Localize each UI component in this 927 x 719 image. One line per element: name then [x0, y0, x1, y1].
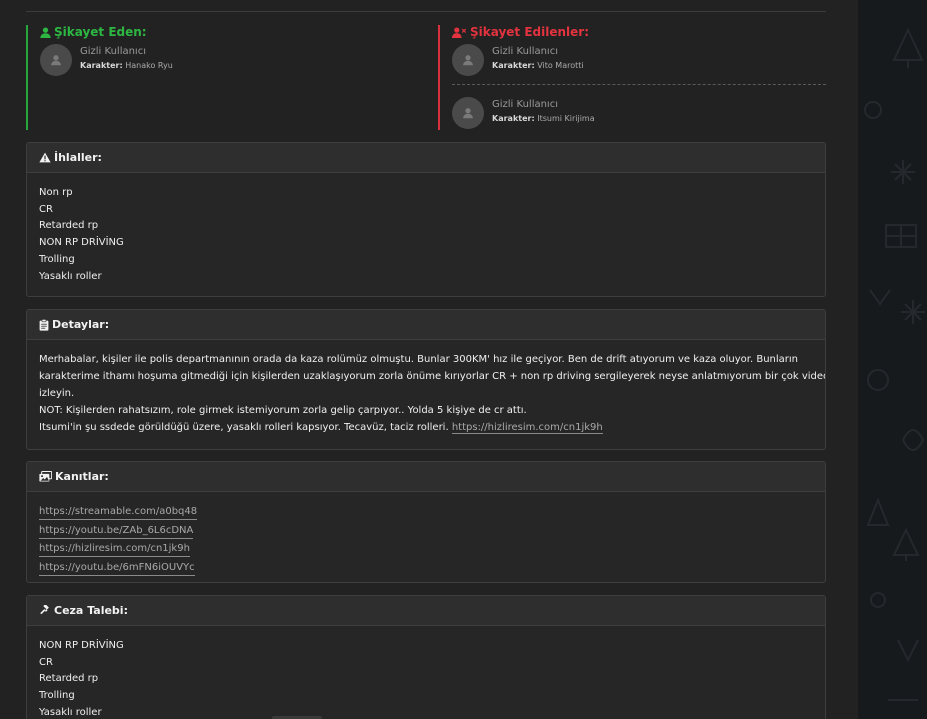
complainant-title: Şikayet Eden: — [40, 25, 147, 39]
evidence-link[interactable]: https://youtu.be/ZAb_6L6cDNA — [39, 524, 194, 539]
character-value: Hanako Ryu — [125, 61, 173, 70]
evidence-body: https://streamable.com/a0bq48 https://yo… — [27, 492, 825, 582]
character-label: Karakter: — [492, 61, 535, 70]
violation-item: Trolling — [39, 253, 75, 265]
details-panel: Detaylar: Merhabalar, kişiler ile polis … — [26, 309, 826, 450]
details-line: NOT: Kişilerden rahatsızım, role girmek … — [39, 405, 527, 416]
accused-user[interactable]: Gizli Kullanıcı Karakter: Itsumi Kirijim… — [452, 97, 822, 131]
avatar[interactable] — [452, 44, 484, 76]
violation-item: CR — [39, 203, 53, 215]
penalty-body: NON RP DRİVİNG CR Retarded rp Trolling Y… — [27, 626, 825, 719]
character-label: Karakter: — [492, 114, 535, 123]
evidence-link[interactable]: https://streamable.com/a0bq48 — [39, 505, 198, 520]
avatar-placeholder-icon — [51, 55, 61, 66]
details-header: Detaylar: — [27, 310, 825, 340]
images-icon — [39, 471, 52, 482]
clipboard-icon — [39, 318, 49, 331]
user-name[interactable]: Gizli Kullanıcı — [80, 46, 146, 57]
penalty-panel: Ceza Talebi: NON RP DRİVİNG CR Retarded … — [26, 595, 826, 719]
complainant-user[interactable]: Gizli Kullanıcı Karakter: Hanako Ryu — [40, 44, 410, 78]
avatar-placeholder-icon — [463, 55, 473, 66]
violations-header: İhlaller: — [27, 143, 825, 173]
details-line: karakterime ithamı hoşuma gitmediği için… — [39, 371, 826, 382]
violation-item: Retarded rp — [39, 220, 99, 232]
violation-item: Yasaklı roller — [39, 270, 102, 282]
christmas-pattern-icon — [864, 27, 925, 701]
accused-user[interactable]: Gizli Kullanıcı Karakter: Vito Marotti — [452, 44, 822, 78]
character-label: Karakter: — [80, 61, 123, 70]
penalty-item: Trolling — [39, 690, 75, 702]
accused-title: Şikayet Edilenler: — [452, 25, 589, 39]
details-title: Detaylar: — [52, 318, 110, 331]
user-character: Karakter: Itsumi Kirijima — [492, 114, 595, 123]
user-character: Karakter: Vito Marotti — [492, 61, 584, 70]
user-name[interactable]: Gizli Kullanıcı — [492, 99, 558, 110]
penalty-title: Ceza Talebi: — [54, 604, 128, 617]
report-page: Şikayet Eden: Gizli Kullanıcı Karakter: … — [0, 0, 858, 719]
penalty-item: NON RP DRİVİNG — [39, 640, 124, 651]
evidence-title: Kanıtlar: — [55, 470, 109, 483]
details-line: Itsumi'in şu ssdede görüldüğü üzere, yas… — [39, 419, 813, 436]
gavel-icon — [39, 605, 51, 616]
decorative-background — [858, 0, 927, 719]
details-last-text: Itsumi'in şu ssdede görüldüğü üzere, yas… — [39, 422, 452, 433]
violations-body: Non rp CR Retarded rp NON RP DRİVİNG Tro… — [27, 173, 825, 296]
divider — [26, 11, 826, 12]
character-value: Vito Marotti — [537, 61, 584, 70]
violation-item: NON RP DRİVİNG — [39, 237, 124, 249]
user-name[interactable]: Gizli Kullanıcı — [492, 46, 558, 57]
avatar[interactable] — [452, 97, 484, 129]
character-value: Itsumi Kirijima — [537, 114, 595, 123]
evidence-link[interactable]: https://youtu.be/6mFN6iOUVYc — [39, 561, 195, 577]
avatar-placeholder-icon — [463, 108, 473, 119]
user-separator — [452, 84, 826, 85]
details-line: Merhabalar, kişiler ile polis departmanı… — [39, 354, 799, 365]
user-character: Karakter: Hanako Ryu — [80, 61, 173, 70]
evidence-panel: Kanıtlar: https://streamable.com/a0bq48 … — [26, 461, 826, 583]
violations-title: İhlaller: — [54, 151, 102, 164]
evidence-link[interactable]: https://hizliresim.com/cn1jk9h — [39, 542, 190, 558]
complainant-title-text: Şikayet Eden: — [54, 25, 147, 39]
accused-section: Şikayet Edilenler: Gizli Kullanıcı Karak… — [438, 25, 826, 130]
avatar[interactable] — [40, 44, 72, 76]
user-icon — [40, 26, 51, 38]
warning-icon — [39, 152, 51, 163]
details-body: Merhabalar, kişiler ile polis departmanı… — [27, 340, 825, 448]
user-times-icon — [452, 27, 467, 38]
penalty-item: Yasaklı roller — [39, 706, 102, 718]
accused-title-text: Şikayet Edilenler: — [470, 25, 590, 39]
details-evidence-link[interactable]: https://hizliresim.com/cn1jk9h — [451, 422, 603, 434]
complainant-section: Şikayet Eden: Gizli Kullanıcı Karakter: … — [26, 25, 416, 130]
penalty-item: CR — [39, 656, 53, 668]
penalty-header: Ceza Talebi: — [27, 596, 825, 626]
evidence-header: Kanıtlar: — [27, 462, 825, 492]
details-line: izleyin. — [39, 388, 75, 399]
violations-panel: İhlaller: Non rp CR Retarded rp NON RP D… — [26, 142, 826, 297]
violation-item: Non rp — [39, 187, 73, 198]
penalty-item: Retarded rp — [39, 673, 99, 685]
